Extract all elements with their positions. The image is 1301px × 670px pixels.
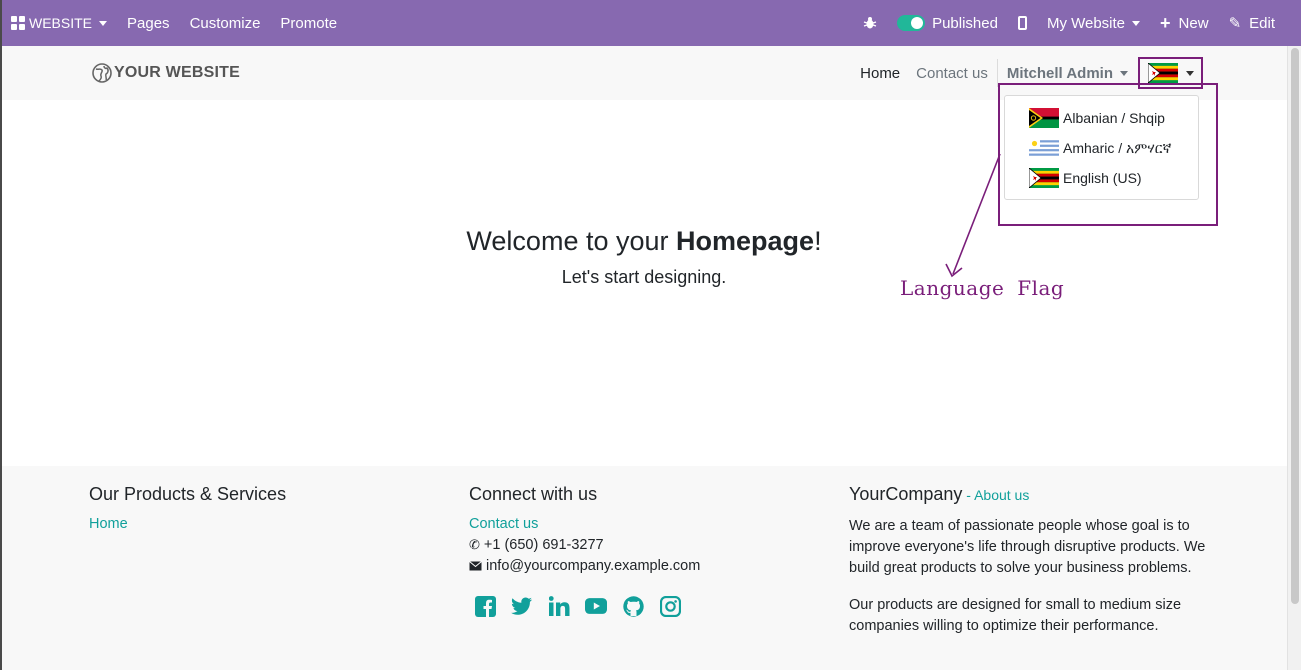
linkedin-icon[interactable] xyxy=(548,595,570,617)
footer-link-contact[interactable]: Contact us xyxy=(469,516,700,532)
plus-icon: + xyxy=(1160,13,1171,33)
page-scrollbar[interactable] xyxy=(1287,46,1301,670)
website-apps-menu[interactable]: WEBSITE xyxy=(2,0,117,46)
admin-navbar: WEBSITE Pages Customize Promote Publishe… xyxy=(2,0,1301,46)
apps-grid-icon xyxy=(11,16,25,30)
language-option-label: English (US) xyxy=(1063,170,1142,186)
twitter-icon[interactable] xyxy=(511,595,533,617)
promote-menu[interactable]: Promote xyxy=(270,0,347,46)
user-menu[interactable]: Mitchell Admin xyxy=(999,65,1136,82)
website-selector-label: My Website xyxy=(1046,14,1126,32)
annotation-arrow xyxy=(945,153,1001,278)
title-separator: - xyxy=(962,487,975,503)
promote-label: Promote xyxy=(280,14,338,32)
toggle-switch[interactable] xyxy=(897,15,926,31)
site-logo[interactable]: YOUR WEBSITE xyxy=(92,63,240,83)
scrollbar-thumb[interactable] xyxy=(1291,48,1299,604)
hero-section: Welcome to your Homepage! Let's start de… xyxy=(0,226,1288,288)
customize-label: Customize xyxy=(189,14,261,32)
chevron-down-icon xyxy=(1132,20,1141,26)
social-links xyxy=(474,595,700,617)
edit-label: Edit xyxy=(1249,14,1275,32)
publish-toggle[interactable]: Published xyxy=(887,0,1008,46)
facebook-icon[interactable] xyxy=(474,595,496,617)
chevron-down-icon xyxy=(1185,70,1194,76)
footer-col-company: YourCompany - About us We are a team of … xyxy=(849,484,1209,637)
footer-link-home[interactable]: Home xyxy=(89,516,286,532)
phone-number: +1 (650) 691-3277 xyxy=(483,537,604,553)
github-icon[interactable] xyxy=(622,595,644,617)
pages-label: Pages xyxy=(127,14,170,32)
company-name: YourCompany xyxy=(849,484,963,504)
footer-col-title: Connect with us xyxy=(469,484,598,504)
footer-col-products: Our Products & Services Home xyxy=(89,484,286,532)
youtube-icon[interactable] xyxy=(585,595,607,617)
mobile-preview-button[interactable] xyxy=(1008,0,1037,46)
uruguay-flag-icon xyxy=(1029,138,1059,158)
instagram-icon[interactable] xyxy=(659,595,681,617)
pencil-icon: ✎ xyxy=(1228,15,1242,32)
website-selector[interactable]: My Website xyxy=(1037,0,1150,46)
zimbabwe-flag-icon xyxy=(1029,168,1059,188)
published-label: Published xyxy=(932,14,998,32)
footer-col-title: YourCompany - About us xyxy=(849,484,1209,505)
debug-button[interactable] xyxy=(853,0,887,46)
footer-phone: ✆ +1 (650) 691-3277 xyxy=(469,537,700,553)
language-option-label: Amharic / አምሃርኛ xyxy=(1063,139,1172,156)
language-option-english[interactable]: English (US) xyxy=(1005,163,1198,193)
menu-item-home[interactable]: Home xyxy=(852,65,908,82)
mobile-icon xyxy=(1017,16,1027,30)
logo-text: YOUR WEBSITE xyxy=(114,64,240,81)
language-dropdown: Albanian / Shqip Amharic / አምሃርኛ English… xyxy=(1004,95,1199,200)
brand-label: WEBSITE xyxy=(29,15,93,31)
globe-icon xyxy=(92,63,112,83)
bug-icon xyxy=(863,17,877,29)
site-footer: Our Products & Services Home Connect wit… xyxy=(2,466,1287,670)
new-button[interactable]: + New xyxy=(1150,0,1219,46)
hero-subtitle: Let's start designing. xyxy=(561,267,727,287)
footer-email: info@yourcompany.example.com xyxy=(469,558,700,574)
company-description: We are a team of passionate people whose… xyxy=(849,518,1206,576)
footer-col-title: Our Products & Services xyxy=(89,484,287,504)
phone-icon: ✆ xyxy=(469,537,480,552)
company-description-2: Our products are designed for small to m… xyxy=(849,597,1182,634)
user-name: Mitchell Admin xyxy=(1006,64,1113,82)
language-option-label: Albanian / Shqip xyxy=(1063,110,1165,126)
footer-link-about[interactable]: About us xyxy=(974,487,1029,503)
vanuatu-flag-icon xyxy=(1029,108,1059,128)
annotation-label: Language Flag xyxy=(900,276,1065,300)
menu-item-contact[interactable]: Contact us xyxy=(908,65,996,82)
chevron-down-icon xyxy=(99,20,108,26)
language-option-amharic[interactable]: Amharic / አምሃርኛ xyxy=(1005,133,1198,163)
edit-button[interactable]: ✎ Edit xyxy=(1219,0,1285,46)
language-option-albanian[interactable]: Albanian / Shqip xyxy=(1005,103,1198,133)
pages-menu[interactable]: Pages xyxy=(117,0,180,46)
chevron-down-icon xyxy=(1120,70,1128,76)
hero-title: Welcome to your Homepage! xyxy=(466,226,822,256)
customize-menu[interactable]: Customize xyxy=(180,0,271,46)
new-label: New xyxy=(1178,14,1209,32)
zimbabwe-flag-icon xyxy=(1147,63,1178,83)
envelope-icon xyxy=(469,561,482,571)
footer-col-connect: Connect with us Contact us ✆ +1 (650) 69… xyxy=(469,484,700,617)
email-address: info@yourcompany.example.com xyxy=(486,558,701,574)
